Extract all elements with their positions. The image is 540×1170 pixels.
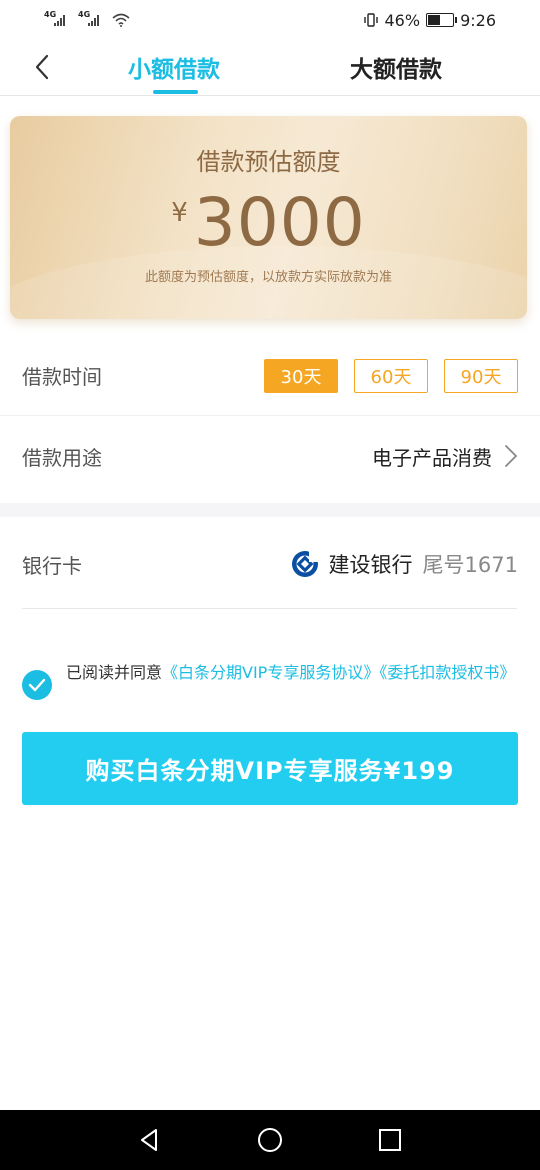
signal-icon: 4G xyxy=(78,10,104,28)
nav-home-icon[interactable] xyxy=(256,1126,284,1154)
purchase-vip-button[interactable]: 购买白条分期VIP专享服务¥199 xyxy=(22,732,518,805)
term-option-60[interactable]: 60天 xyxy=(354,358,428,393)
vibrate-icon xyxy=(363,13,378,27)
section-divider xyxy=(0,503,540,517)
chevron-right-icon xyxy=(505,445,517,467)
loan-purpose-value: 电子产品消费 xyxy=(372,445,492,470)
agreement-text: 已阅读并同意《白条分期VIP专享服务协议》《委托扣款授权书》 xyxy=(66,662,515,700)
divider xyxy=(22,608,517,609)
term-options: 30天 60天 90天 xyxy=(264,358,518,393)
vip-service-agreement-link[interactable]: 《白条分期VIP专享服务协议》 xyxy=(162,663,379,682)
quota-amount-row: ¥3000 xyxy=(10,184,527,261)
bank-card-label: 银行卡 xyxy=(22,553,82,578)
nav-recent-apps-icon[interactable] xyxy=(376,1126,404,1154)
nav-back-icon[interactable] xyxy=(136,1126,164,1154)
bank-card-tail-number: 尾号1671 xyxy=(422,553,518,577)
quota-title: 借款预估额度 xyxy=(196,148,341,176)
quota-currency: ¥ xyxy=(171,198,188,228)
bank-name: 建设银行 xyxy=(328,553,413,577)
term-option-30[interactable]: 30天 xyxy=(264,358,338,393)
quota-note: 此额度为预估额度，以放款方实际放款为准 xyxy=(144,270,392,285)
bank-info: 建设银行 尾号1671 xyxy=(291,549,518,579)
loan-term-row: 借款时间 30天 60天 90天 xyxy=(0,336,540,416)
loan-term-label: 借款时间 xyxy=(22,365,102,389)
wifi-icon xyxy=(112,13,130,27)
ccb-bank-logo-icon xyxy=(291,550,319,577)
bank-card-row[interactable]: 银行卡 建设银行 尾号1671 xyxy=(0,524,540,604)
battery-percent: 46% xyxy=(384,10,421,30)
loan-purpose-label: 借款用途 xyxy=(22,445,102,470)
loan-page: 4G 4G 46% 9:26 小额借款 大额借款 借款预估额度 ¥3000 此额… xyxy=(0,0,540,1170)
header-nav: 小额借款 大额借款 xyxy=(0,40,540,96)
tab-large-loan[interactable]: 大额借款 xyxy=(350,50,442,84)
quota-card: 借款预估额度 ¥3000 此额度为预估额度，以放款方实际放款为准 xyxy=(10,116,527,319)
check-icon xyxy=(28,678,46,692)
agreement-checkbox[interactable] xyxy=(22,670,52,700)
status-bar: 4G 4G 46% 9:26 xyxy=(0,0,540,40)
term-option-90[interactable]: 90天 xyxy=(444,358,518,393)
status-right: 46% 9:26 xyxy=(363,10,496,30)
tab-small-loan[interactable]: 小额借款 xyxy=(128,50,220,84)
quota-amount: 3000 xyxy=(193,184,366,261)
back-arrow-icon[interactable] xyxy=(28,52,58,82)
loan-purpose-row[interactable]: 借款用途 电子产品消费 xyxy=(0,416,540,496)
system-nav-bar xyxy=(0,1110,540,1170)
battery-icon xyxy=(426,13,458,27)
status-left: 4G 4G xyxy=(44,10,130,28)
clock: 9:26 xyxy=(460,10,496,30)
debit-authorization-link[interactable]: 《委托扣款授权书》 xyxy=(379,663,515,682)
active-tab-indicator xyxy=(153,90,198,94)
agreement-row: 已阅读并同意《白条分期VIP专享服务协议》《委托扣款授权书》 xyxy=(22,662,522,700)
signal-icon: 4G xyxy=(44,10,70,28)
agreement-prefix: 已阅读并同意 xyxy=(66,663,163,682)
